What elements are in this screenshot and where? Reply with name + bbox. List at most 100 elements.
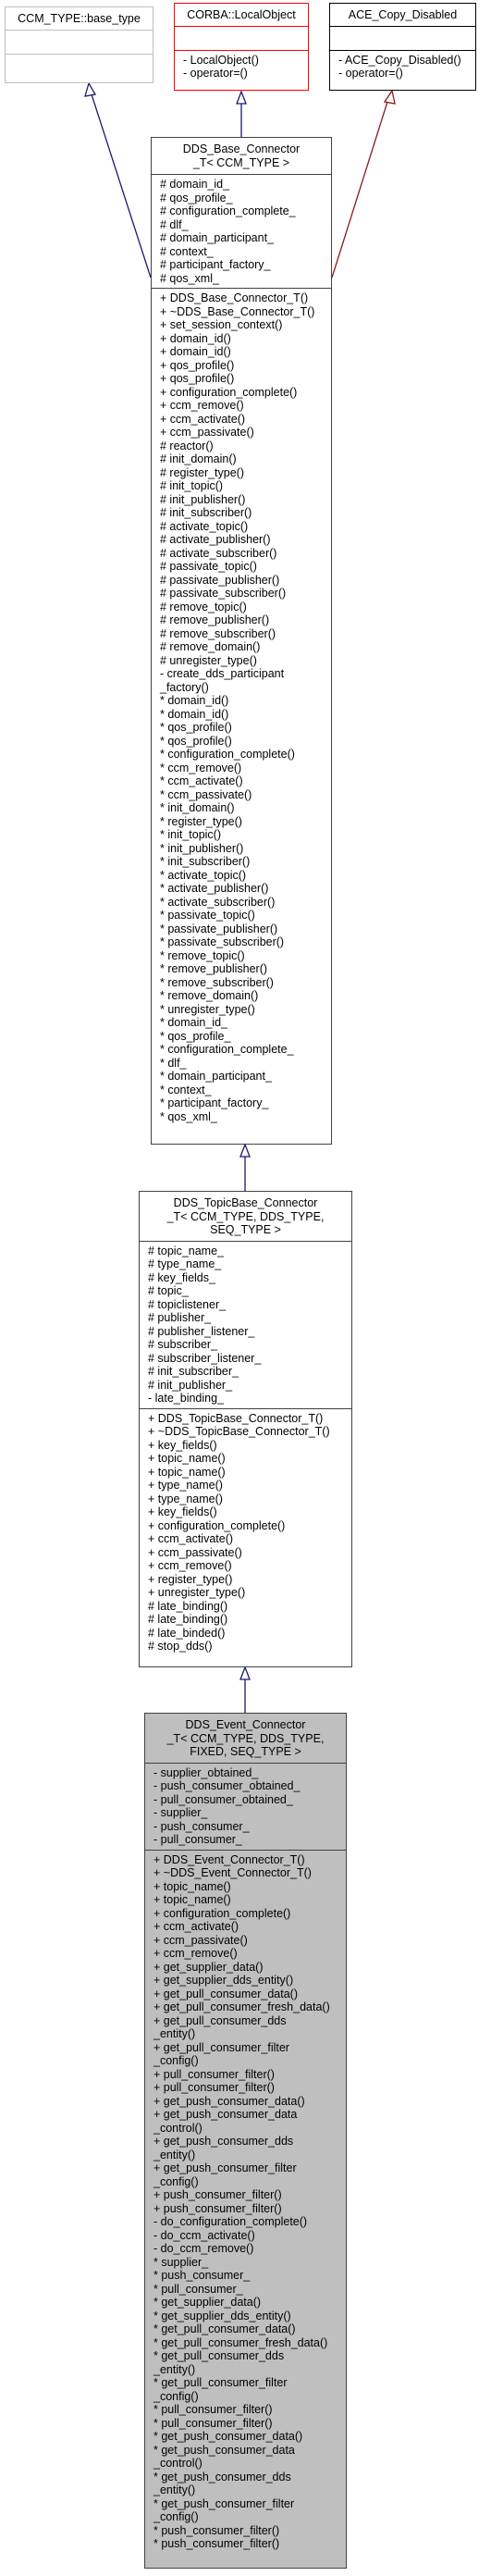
class-member[interactable]: * domain_participant_ [160, 1070, 325, 1084]
class-member[interactable]: # key_fields_ [148, 1271, 346, 1285]
class-member[interactable]: # unregister_type() [160, 654, 325, 668]
class-member[interactable]: + configuration_complete() [148, 1519, 346, 1533]
class-member[interactable]: # init_publisher() [160, 493, 325, 507]
class-member[interactable]: * init_topic() [160, 828, 325, 842]
class-member[interactable]: * remove_subscriber() [160, 976, 325, 990]
class-member[interactable]: + get_pull_consumer_fresh_data() [153, 2000, 340, 2014]
class-member[interactable]: + ccm_activate() [160, 413, 325, 427]
class-member[interactable]: # passivate_subscriber() [160, 587, 325, 601]
class-member[interactable]: - LocalObject() [183, 54, 302, 68]
class-member[interactable]: _factory() [160, 681, 325, 695]
class-member[interactable]: + get_supplier_dds_entity() [153, 1974, 340, 1988]
class-member[interactable]: + get_pull_consumer_filter [153, 2041, 340, 2055]
class-member[interactable]: _config() [153, 2054, 340, 2068]
class-member[interactable]: # domain_participant_ [160, 231, 325, 245]
class-base-type[interactable]: CCM_TYPE::base_type [5, 6, 153, 83]
class-member[interactable]: * ccm_passivate() [160, 788, 325, 802]
class-member[interactable]: + pull_consumer_filter() [153, 2068, 340, 2082]
class-member[interactable]: - late_binding_ [148, 1392, 346, 1406]
class-member[interactable]: # dlf_ [160, 218, 325, 232]
class-member[interactable]: # activate_topic() [160, 520, 325, 534]
class-member[interactable]: * remove_topic() [160, 949, 325, 963]
class-member[interactable]: + ccm_remove() [160, 399, 325, 413]
class-member[interactable]: - do_ccm_activate() [153, 2229, 340, 2243]
class-member[interactable]: * init_subscriber() [160, 855, 325, 869]
class-member[interactable]: + type_name() [148, 1479, 346, 1492]
class-member[interactable]: * qos_profile() [160, 721, 325, 735]
class-member[interactable]: + get_supplier_data() [153, 1961, 340, 1975]
class-member[interactable]: + key_fields() [148, 1505, 346, 1519]
class-member[interactable]: + pull_consumer_filter() [153, 2081, 340, 2095]
class-member[interactable]: + DDS_Event_Connector_T() [153, 1853, 340, 1867]
class-member[interactable]: + topic_name() [153, 1893, 340, 1907]
class-member[interactable]: * pull_consumer_filter() [153, 2417, 340, 2431]
class-member[interactable]: + ccm_passivate() [160, 426, 325, 440]
class-member[interactable]: + push_consumer_filter() [153, 2188, 340, 2202]
class-member[interactable]: + key_fields() [148, 1439, 346, 1453]
class-member[interactable]: # qos_profile_ [160, 192, 325, 205]
class-member[interactable]: * unregister_type() [160, 1003, 325, 1017]
class-member[interactable]: - operator=() [183, 67, 302, 80]
class-local-object[interactable]: CORBA::LocalObject - LocalObject() - oper… [174, 3, 309, 91]
class-member[interactable]: # topic_name_ [148, 1245, 346, 1258]
class-member[interactable]: # participant_factory_ [160, 258, 325, 272]
class-member[interactable]: * qos_profile_ [160, 1030, 325, 1044]
class-member[interactable]: * get_pull_consumer_data() [153, 2322, 340, 2336]
class-member[interactable]: * pull_consumer_filter() [153, 2403, 340, 2417]
class-member[interactable]: - do_ccm_remove() [153, 2242, 340, 2256]
class-member[interactable]: - create_dds_participant [160, 667, 325, 681]
class-member[interactable]: + topic_name() [153, 1880, 340, 1894]
class-member[interactable]: + ccm_passivate() [148, 1546, 346, 1560]
class-member[interactable]: + domain_id() [160, 345, 325, 359]
class-member[interactable]: - ACE_Copy_Disabled() [338, 54, 470, 68]
class-member[interactable]: + topic_name() [148, 1466, 346, 1480]
class-member[interactable]: * remove_publisher() [160, 962, 325, 976]
class-member[interactable]: * activate_subscriber() [160, 896, 325, 910]
class-member[interactable]: # passivate_publisher() [160, 574, 325, 588]
class-member[interactable]: # init_subscriber_ [148, 1365, 346, 1379]
class-member[interactable]: * dlf_ [160, 1057, 325, 1071]
class-member[interactable]: # topiclistener_ [148, 1298, 346, 1312]
class-member[interactable]: + DDS_TopicBase_Connector_T() [148, 1412, 346, 1426]
class-member[interactable]: * get_push_consumer_dds [153, 2471, 340, 2484]
class-member[interactable]: + get_push_consumer_dds [153, 2135, 340, 2149]
class-member[interactable]: _config() [153, 2390, 340, 2404]
class-member[interactable]: * domain_id() [160, 694, 325, 708]
class-member[interactable]: * init_domain() [160, 801, 325, 815]
class-member[interactable]: # configuration_complete_ [160, 204, 325, 218]
class-member[interactable]: + register_type() [148, 1573, 346, 1587]
class-member[interactable]: # topic_ [148, 1284, 346, 1298]
class-member[interactable]: # stop_dds() [148, 1640, 346, 1653]
class-member[interactable]: # activate_publisher() [160, 533, 325, 547]
class-member[interactable]: * register_type() [160, 815, 325, 829]
class-member[interactable]: # init_domain() [160, 452, 325, 466]
class-member[interactable]: - push_consumer_ [153, 1820, 340, 1834]
class-member[interactable]: + get_pull_consumer_dds [153, 2014, 340, 2028]
class-member[interactable]: * get_supplier_dds_entity() [153, 2310, 340, 2323]
class-topic-base-connector[interactable]: DDS_TopicBase_Connector _T< CCM_TYPE, DD… [139, 1191, 352, 1667]
class-base-connector[interactable]: DDS_Base_Connector _T< CCM_TYPE > # doma… [151, 137, 332, 1145]
class-member[interactable]: + qos_profile() [160, 372, 325, 386]
class-member[interactable]: # domain_id_ [160, 178, 325, 192]
class-member[interactable]: + configuration_complete() [153, 1907, 340, 1921]
class-member[interactable]: # passivate_topic() [160, 560, 325, 574]
class-member[interactable]: * activate_publisher() [160, 882, 325, 896]
class-member[interactable]: # remove_domain() [160, 640, 325, 654]
class-member[interactable]: _control() [153, 2457, 340, 2471]
class-member[interactable]: + ccm_remove() [148, 1559, 346, 1573]
class-member[interactable]: + get_pull_consumer_data() [153, 1988, 340, 2001]
class-member[interactable]: + get_push_consumer_data() [153, 2095, 340, 2109]
class-member[interactable]: _control() [153, 2122, 340, 2136]
class-member[interactable]: + configuration_complete() [160, 386, 325, 400]
class-member[interactable]: * get_push_consumer_data [153, 2444, 340, 2458]
class-member[interactable]: * pull_consumer_ [153, 2283, 340, 2297]
class-member[interactable]: * qos_xml_ [160, 1110, 325, 1124]
class-member[interactable]: - push_consumer_obtained_ [153, 1779, 340, 1793]
class-member[interactable]: _entity() [153, 2027, 340, 2041]
class-member[interactable]: # qos_xml_ [160, 272, 325, 286]
class-member[interactable]: * context_ [160, 1084, 325, 1097]
class-member[interactable]: * push_consumer_ [153, 2269, 340, 2283]
class-member[interactable]: * participant_factory_ [160, 1096, 325, 1110]
class-member[interactable]: - pull_consumer_obtained_ [153, 1793, 340, 1807]
class-member[interactable]: * passivate_publisher() [160, 923, 325, 936]
